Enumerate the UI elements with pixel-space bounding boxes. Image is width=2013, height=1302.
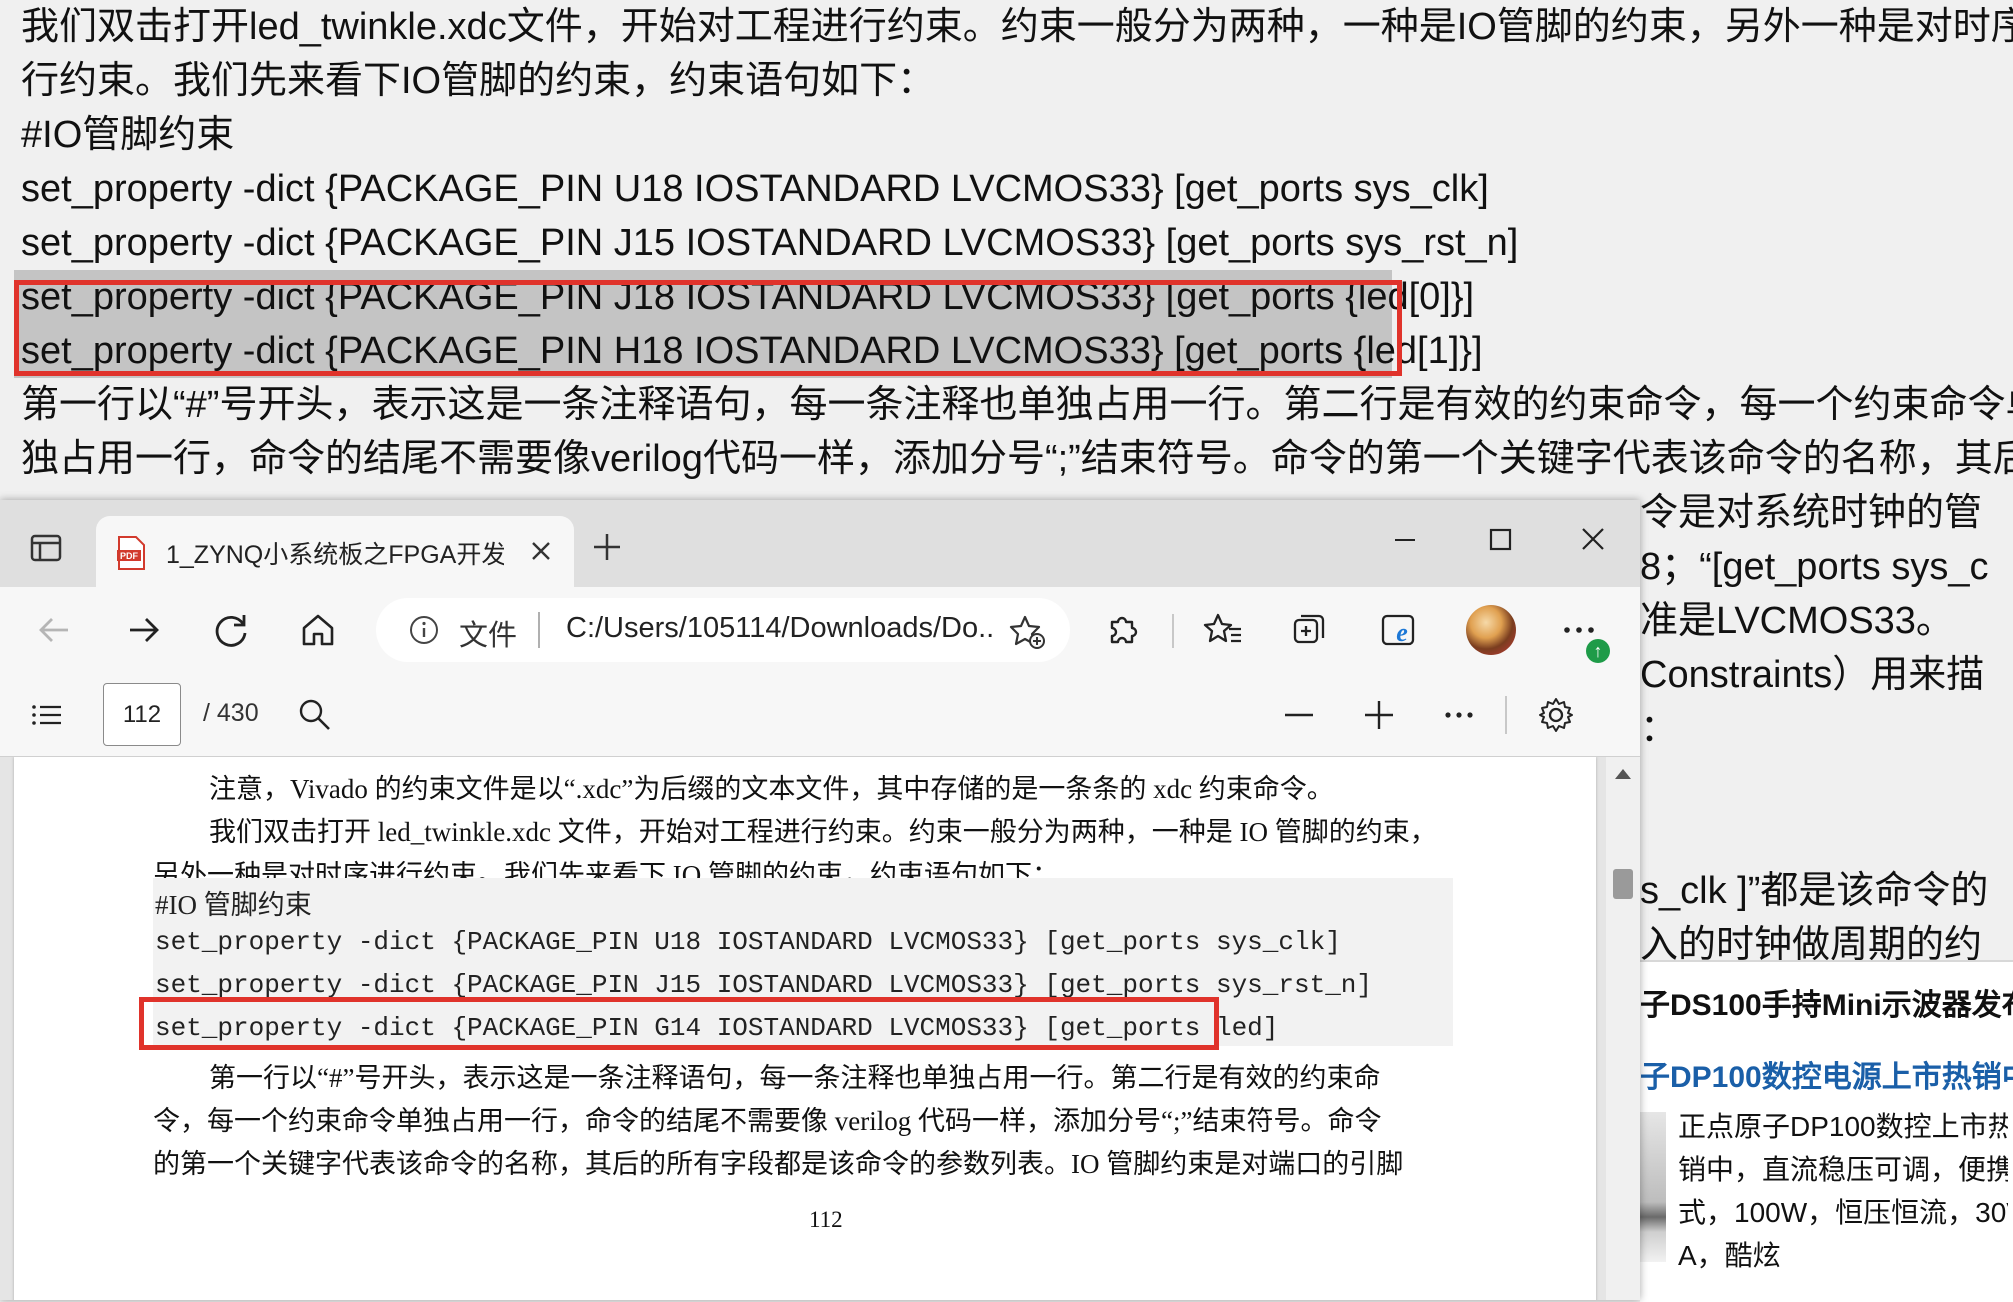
table-of-contents-icon[interactable] [28, 696, 66, 734]
toolbar-divider [1172, 614, 1174, 648]
annotation-red-box [14, 280, 1402, 376]
news-link-dp100[interactable]: 子DP100数控电源上市热销中 [1640, 1052, 2013, 1096]
tab-title: 1_ZYNQ小系统板之FPGA开发指南 [166, 541, 504, 569]
favorites-icon[interactable] [1200, 607, 1246, 653]
page-total-label: / 430 [203, 699, 259, 727]
news-summary: 正点原子DP100数控上市热 销中，直流稳压可调，便携 式，100W，恒压恒流，… [1678, 1105, 2008, 1277]
profile-avatar[interactable] [1466, 605, 1516, 655]
svg-text:e: e [1396, 618, 1408, 647]
address-url[interactable]: C:/Users/105114/Downloads/Do... [566, 612, 996, 645]
article-fragment: 8；“[get_ports sys_c [1640, 546, 1989, 588]
forward-arrow-icon[interactable] [120, 607, 166, 653]
pdf-toolbar-divider [1505, 696, 1507, 734]
pdf-paragraph: 注意，Vivado 的约束文件是以“.xdc”为后缀的文本文件，其中存储的是一条… [209, 774, 1334, 804]
pdf-paragraph: 的第一个关键字代表该命令的名称，其后的所有字段都是该命令的参数列表。IO 管脚约… [153, 1149, 1404, 1179]
pdf-code-line: set_property -dict {PACKAGE_PIN U18 IOST… [155, 927, 1341, 957]
search-icon[interactable] [296, 696, 334, 734]
article-fragment: ： [1640, 708, 1679, 750]
article-line: set_property -dict {PACKAGE_PIN U18 IOST… [21, 168, 1489, 210]
tab-strip: PDF 1_ZYNQ小系统板之FPGA开发指南 [0, 500, 1640, 587]
news-summary-line: A，酷炫 [1678, 1240, 1781, 1271]
pdf-paragraph: 令，每一个约束命令单独占用一行，命令的结尾不需要像 verilog 代码一样，添… [153, 1106, 1382, 1136]
pdf-file-icon: PDF [116, 536, 146, 570]
pdf-toolbar: 112 / 430 [0, 674, 1640, 757]
tab-actions-icon[interactable] [26, 528, 66, 568]
extensions-puzzle-icon[interactable] [1100, 607, 1146, 653]
article-fragment: s_clk ]”都是该命令的 [1640, 870, 1989, 912]
back-arrow-icon[interactable] [32, 607, 78, 653]
maximize-icon[interactable] [1475, 520, 1525, 560]
add-favorite-star-icon[interactable] [1008, 612, 1046, 650]
minimize-icon[interactable] [1380, 520, 1430, 560]
article-line: set_property -dict {PACKAGE_PIN J15 IOST… [21, 222, 1519, 264]
pdf-code-line: #IO 管脚约束 [155, 890, 312, 920]
navigation-toolbar: 文件 C:/Users/105114/Downloads/Do... e ↑ [0, 587, 1640, 675]
zoom-in-icon[interactable] [1360, 696, 1398, 734]
home-icon[interactable] [295, 607, 341, 653]
new-tab-plus-icon[interactable] [590, 530, 624, 564]
pdf-page: 注意，Vivado 的约束文件是以“.xdc”为后缀的文本文件，其中存储的是一条… [14, 757, 1596, 1300]
article-line: 独占用一行，命令的结尾不需要像verilog代码一样，添加分号“;”结束符号。命… [21, 438, 2013, 480]
article-line: 我们双击打开led_twinkle.xdc文件，开始对工程进行约束。约束一般分为… [21, 6, 2013, 48]
vertical-scrollbar[interactable] [1606, 757, 1640, 1300]
scroll-up-arrow-icon[interactable] [1614, 767, 1632, 781]
zoom-out-icon[interactable] [1280, 696, 1318, 734]
settings-gear-icon[interactable] [1537, 696, 1575, 734]
news-summary-line: 正点原子DP100数控上市热 [1678, 1111, 2008, 1142]
address-bar[interactable]: 文件 C:/Users/105114/Downloads/Do... [376, 598, 1070, 662]
address-separator [538, 612, 540, 648]
article-fragment: 准是LVCMOS33。 [1640, 600, 1954, 642]
news-summary-line: 式，100W，恒压恒流，30V [1678, 1197, 2008, 1228]
sidebar-news-panel: 子DS100手持Mini示波器发布 子DP100数控电源上市热销中 正点原子DP… [1640, 960, 2013, 1302]
article-fragment: Constraints）用来描 [1640, 654, 1985, 696]
scrollbar-thumb[interactable] [1613, 869, 1633, 899]
more-tools-icon[interactable] [1440, 696, 1478, 734]
article-line: 行约束。我们先来看下IO管脚的约束，约束语句如下： [21, 60, 936, 102]
window-close-icon[interactable] [1568, 520, 1618, 560]
close-icon[interactable] [526, 536, 556, 566]
refresh-icon[interactable] [208, 607, 254, 653]
pdf-paragraph: 我们双击打开 led_twinkle.xdc 文件，开始对工程进行约束。约束一般… [209, 817, 1437, 847]
address-scheme-label: 文件 [459, 620, 518, 652]
pdf-paragraph: 第一行以“#”号开头，表示这是一条注释语句，每一条注释也单独占用一行。第二行是有… [209, 1063, 1381, 1093]
article-line: 第一行以“#”号开头，表示这是一条注释语句，每一条注释也单独占用一行。第二行是有… [21, 384, 2013, 426]
pdf-page-number: 112 [809, 1207, 843, 1232]
update-badge-icon: ↑ [1586, 639, 1610, 663]
tab-pdf-document[interactable]: PDF 1_ZYNQ小系统板之FPGA开发指南 [96, 516, 574, 587]
article-fragment: 令是对系统时钟的管 [1640, 492, 1983, 534]
annotation-red-box [139, 997, 1219, 1050]
article-line: #IO管脚约束 [21, 114, 235, 156]
browser-window: PDF 1_ZYNQ小系统板之FPGA开发指南 [0, 500, 1640, 1300]
news-summary-line: 销中，直流稳压可调，便携 [1678, 1154, 2008, 1185]
product-thumbnail[interactable] [1640, 1112, 1666, 1262]
svg-text:PDF: PDF [120, 551, 139, 561]
collections-icon[interactable] [1286, 607, 1332, 653]
page-number-input[interactable]: 112 [103, 683, 181, 746]
site-info-icon[interactable] [408, 614, 440, 646]
news-link-ds100[interactable]: 子DS100手持Mini示波器发布 [1640, 980, 2013, 1024]
pdf-viewport[interactable]: 注意，Vivado 的约束文件是以“.xdc”为后缀的文本文件，其中存储的是一条… [0, 757, 1640, 1300]
pdf-code-line: set_property -dict {PACKAGE_PIN J15 IOST… [155, 970, 1372, 1000]
ie-mode-icon[interactable]: e [1376, 607, 1422, 653]
